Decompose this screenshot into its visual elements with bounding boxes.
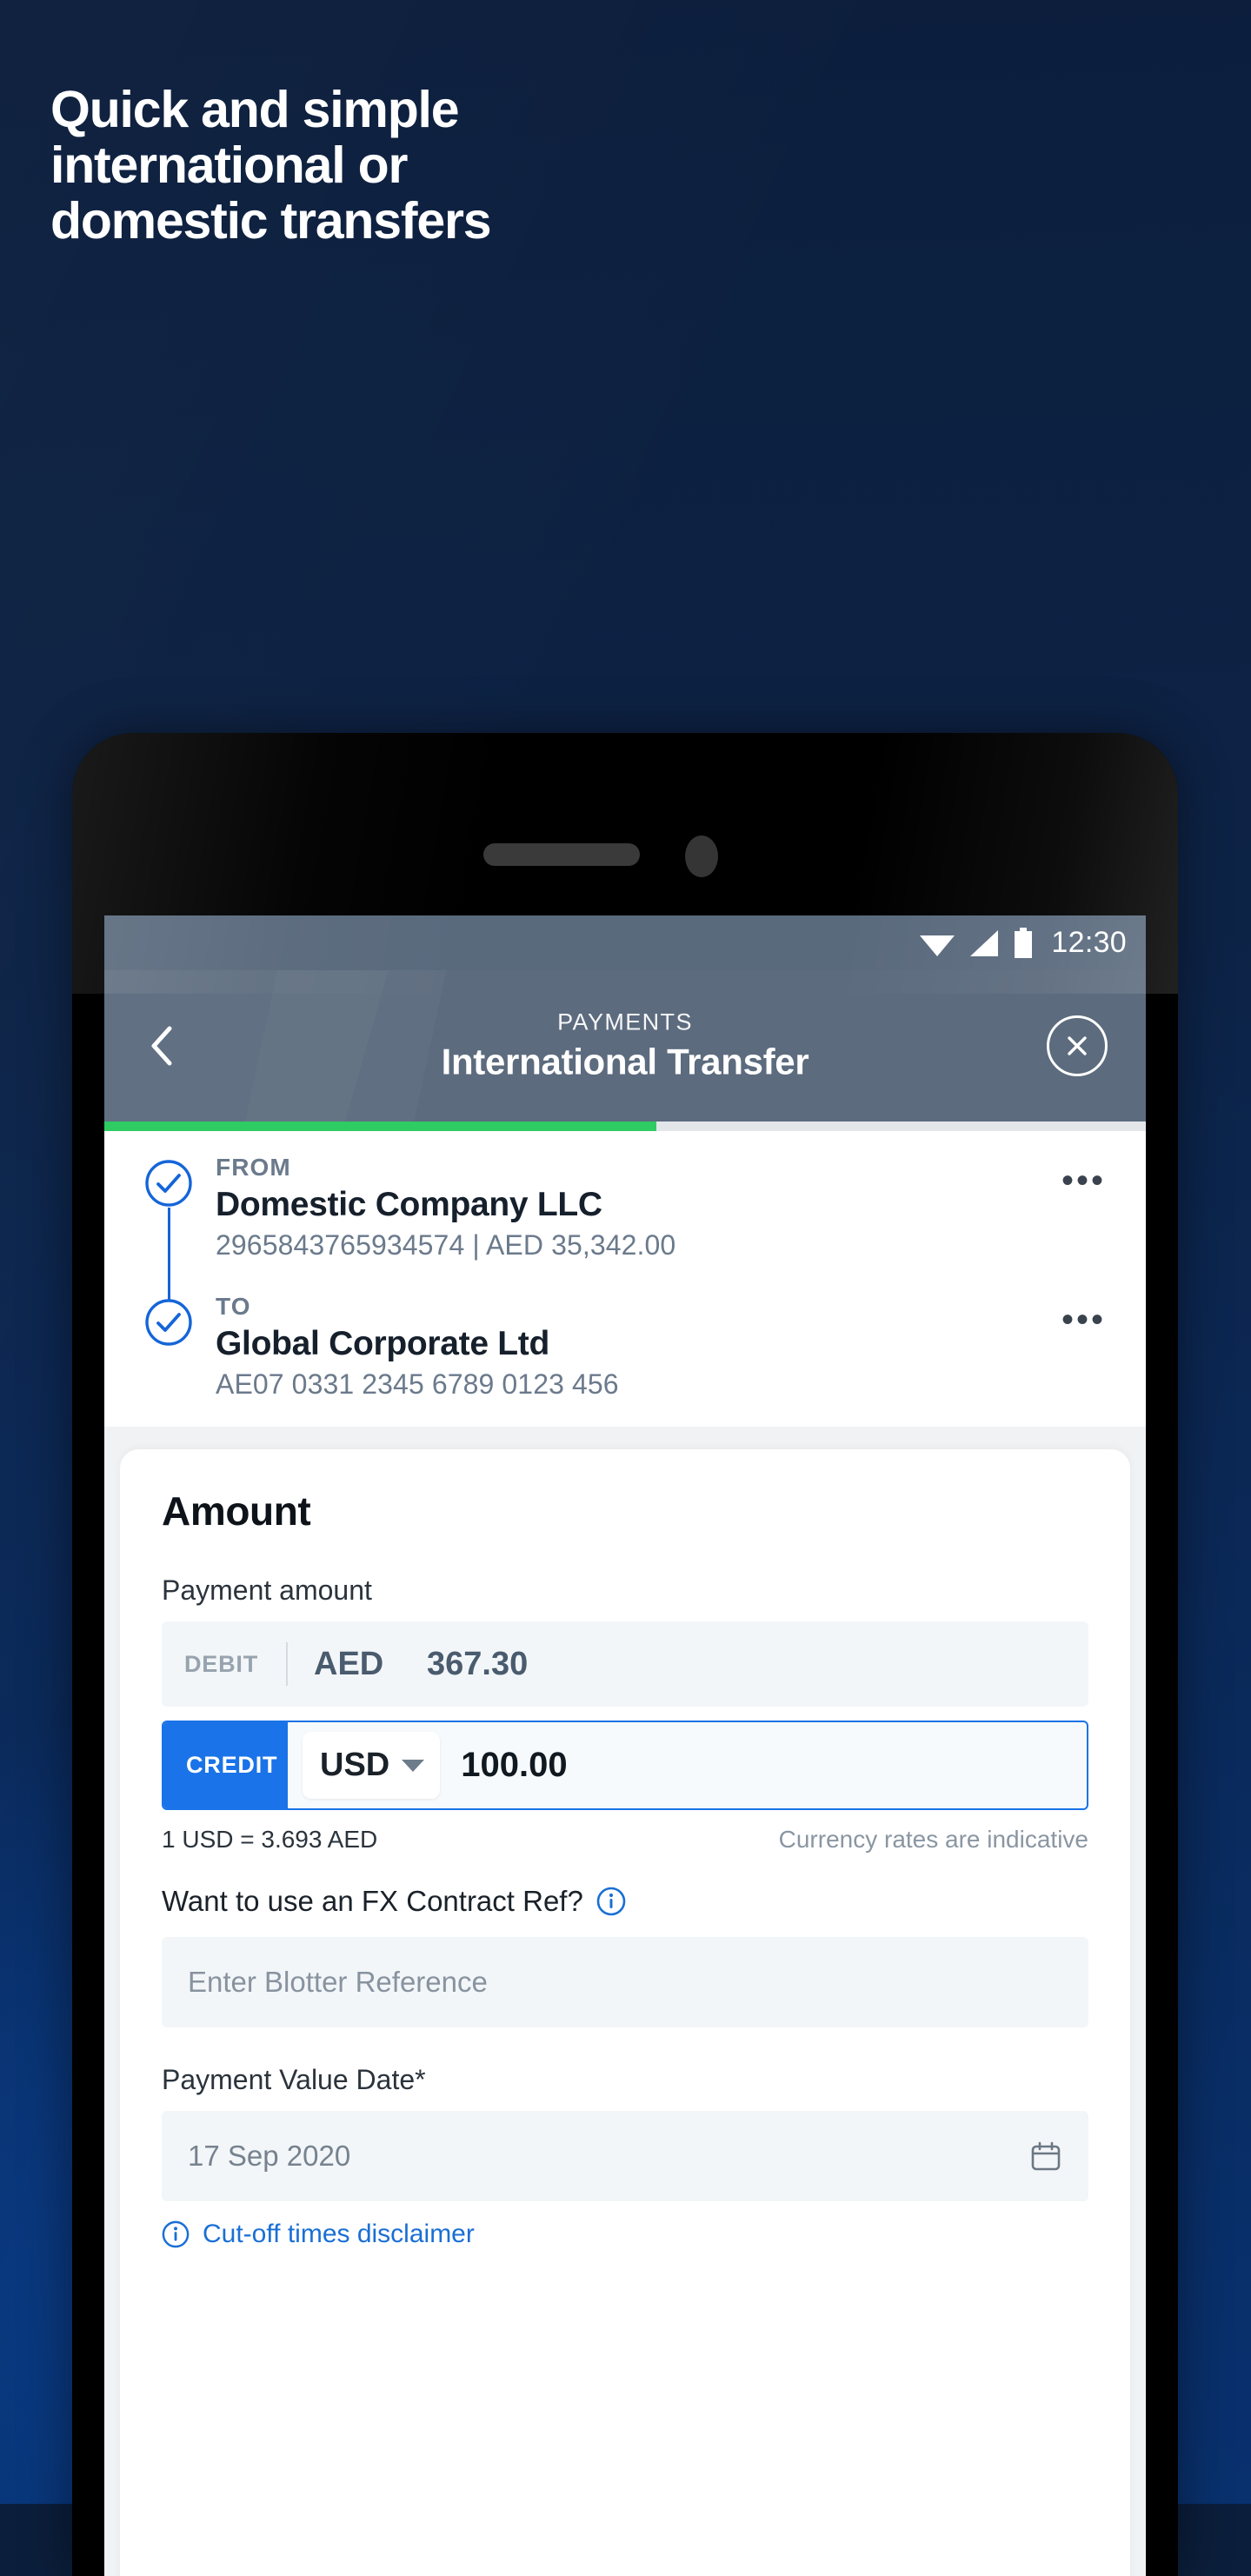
caret-down-icon xyxy=(402,1759,425,1772)
battery-icon xyxy=(1015,927,1033,958)
credit-amount-row[interactable]: CREDIT USD 100.00 xyxy=(162,1721,1088,1810)
debit-amount-row: DEBIT AED 367.30 xyxy=(162,1621,1088,1707)
accounts-spacer xyxy=(104,1261,1146,1293)
payment-value-date-label: Payment Value Date* xyxy=(162,2064,426,2095)
status-bar-clock: 12:30 xyxy=(1051,926,1127,959)
headline-line-1: Quick and simple xyxy=(50,81,460,138)
app-header: PAYMENTS International Transfer xyxy=(104,970,1146,1122)
calendar-icon[interactable] xyxy=(1029,2140,1062,2173)
to-account-body: TO Global Corporate Ltd AE07 0331 2345 6… xyxy=(193,1293,1045,1401)
amount-card-wrapper: Amount Payment amount DEBIT AED 367.30 C… xyxy=(104,1427,1146,2576)
accounts-connector-line xyxy=(168,1208,170,1310)
exchange-rate-note: Currency rates are indicative xyxy=(778,1826,1088,1853)
phone-screen: 12:30 PAYMENTS International Transfer FR… xyxy=(104,915,1146,2576)
credit-amount-input[interactable]: 100.00 xyxy=(440,1722,567,1808)
debit-value: 367.30 xyxy=(427,1645,529,1682)
signal-icon xyxy=(970,929,999,956)
status-bar: 12:30 xyxy=(104,915,1146,970)
close-button[interactable] xyxy=(1047,1015,1108,1076)
from-account-body: FROM Domestic Company LLC 29658437659345… xyxy=(193,1154,1045,1261)
from-account-details: 2965843765934574 | AED 35,342.00 xyxy=(216,1229,676,1261)
to-check-icon xyxy=(144,1298,193,1347)
fx-contract-row: Want to use an FX Contract Ref? xyxy=(162,1885,1088,1918)
currency-select[interactable]: USD xyxy=(303,1732,441,1799)
earpiece-speaker xyxy=(483,843,640,866)
payment-value-date-field[interactable]: 17 Sep 2020 xyxy=(162,2111,1088,2201)
header-titles: PAYMENTS International Transfer xyxy=(104,1009,1146,1083)
fx-contract-question: Want to use an FX Contract Ref? xyxy=(162,1885,583,1917)
page-title: International Transfer xyxy=(441,1041,809,1082)
phone-mockup: 12:30 PAYMENTS International Transfer FR… xyxy=(72,733,1178,2576)
from-account-row[interactable]: FROM Domestic Company LLC 29658437659345… xyxy=(104,1154,1146,1261)
from-label: FROM xyxy=(216,1154,291,1181)
to-account-row[interactable]: TO Global Corporate Ltd AE07 0331 2345 6… xyxy=(104,1293,1146,1401)
amount-card: Amount Payment amount DEBIT AED 367.30 C… xyxy=(120,1449,1130,2576)
header-eyebrow: PAYMENTS xyxy=(557,1008,693,1035)
from-account-name: Domestic Company LLC xyxy=(216,1186,602,1223)
payment-value-date-value: 17 Sep 2020 xyxy=(188,2140,351,2172)
from-more-button[interactable]: ••• xyxy=(1045,1154,1106,1261)
cutoff-disclaimer-link[interactable]: Cut-off times disclaimer xyxy=(162,2220,1088,2249)
to-more-button[interactable]: ••• xyxy=(1045,1293,1106,1401)
cutoff-disclaimer-text: Cut-off times disclaimer xyxy=(203,2220,475,2248)
blotter-reference-input[interactable]: Enter Blotter Reference xyxy=(162,1937,1088,2027)
progress-bar xyxy=(104,1122,1146,1131)
credit-tag: CREDIT xyxy=(163,1722,288,1808)
to-account-details: AE07 0331 2345 6789 0123 456 xyxy=(216,1368,619,1400)
headline-line-2: international or xyxy=(50,136,408,194)
hero-headline: Quick and simple international or domest… xyxy=(50,82,711,249)
to-account-name: Global Corporate Ltd xyxy=(216,1325,550,1362)
from-check-icon xyxy=(144,1159,193,1208)
accounts-section: FROM Domestic Company LLC 29658437659345… xyxy=(104,1131,1146,1427)
to-label: TO xyxy=(216,1293,251,1320)
amount-card-title: Amount xyxy=(162,1488,311,1534)
exchange-rate-row: 1 USD = 3.693 AED Currency rates are ind… xyxy=(162,1826,1088,1854)
wifi-icon xyxy=(920,935,955,956)
debit-tag: DEBIT xyxy=(184,1650,258,1677)
headline-line-3: domestic transfers xyxy=(50,192,492,250)
info-circle-icon xyxy=(162,2220,190,2248)
debit-currency: AED xyxy=(314,1645,384,1682)
payment-amount-label: Payment amount xyxy=(162,1574,372,1606)
front-camera-icon xyxy=(685,835,718,877)
currency-select-value: USD xyxy=(320,1747,390,1783)
close-icon xyxy=(1068,1036,1087,1055)
progress-bar-fill xyxy=(104,1122,656,1131)
info-circle-icon[interactable] xyxy=(596,1887,626,1916)
exchange-rate-text: 1 USD = 3.693 AED xyxy=(162,1826,378,1853)
